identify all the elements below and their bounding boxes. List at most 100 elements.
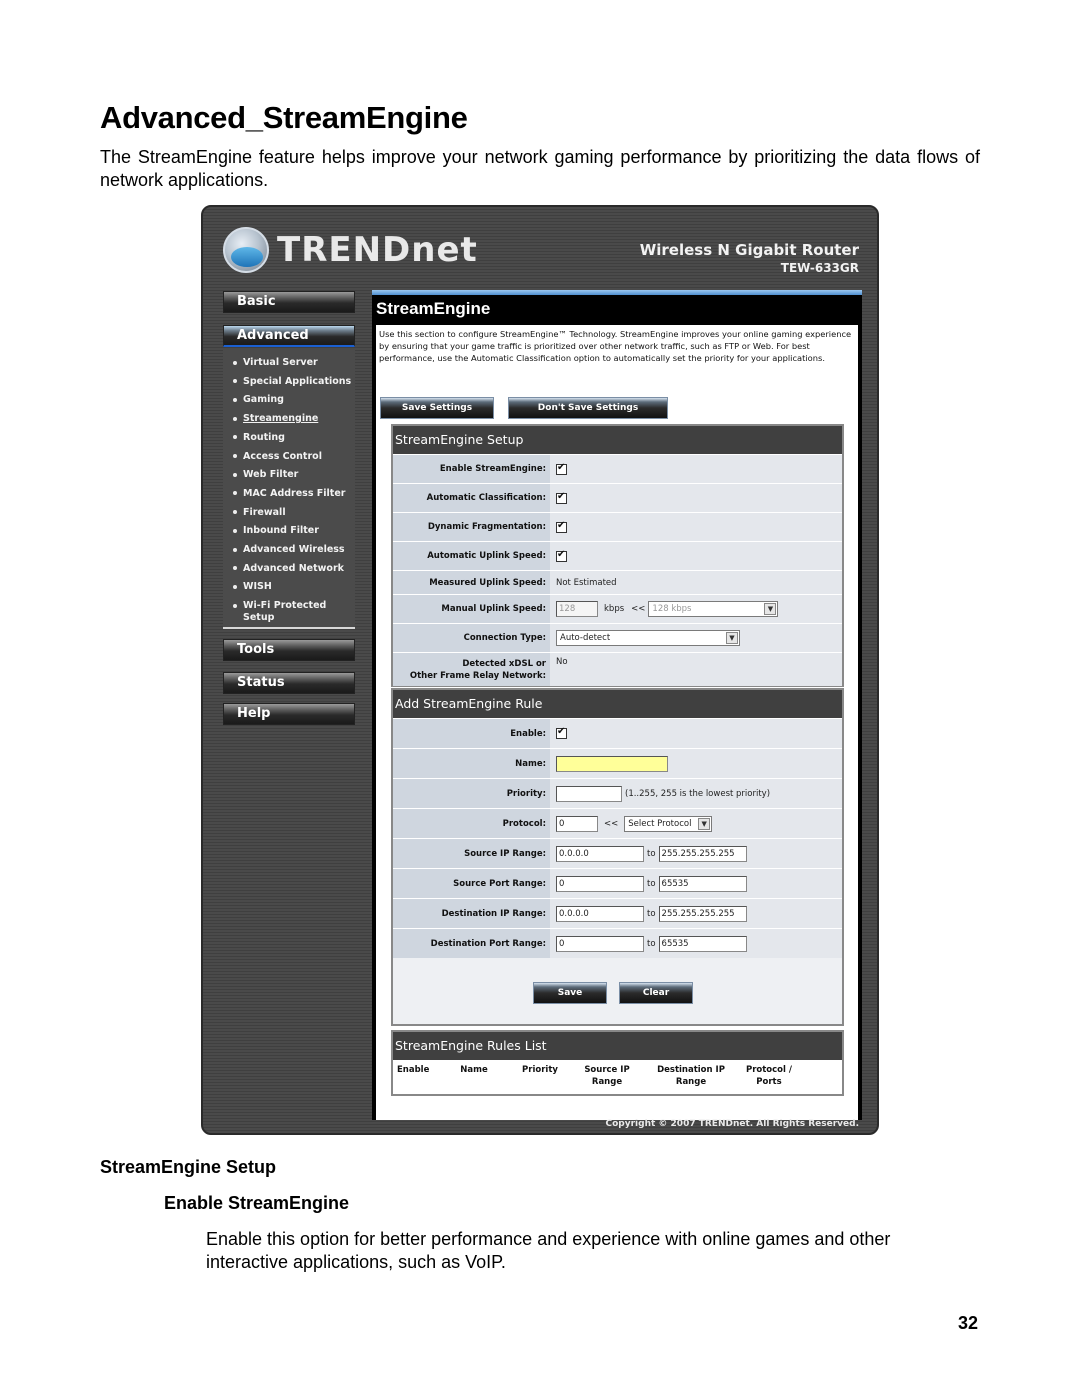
page-intro: Use this section to configure StreamEngi… xyxy=(379,329,852,363)
xdsl-label-line2: Other Frame Relay Network: xyxy=(409,670,546,681)
sidebar-item-label: Advanced Wireless xyxy=(243,544,345,556)
save-settings-button[interactable]: Save Settings xyxy=(380,397,494,419)
bullet-icon xyxy=(233,454,237,459)
rule-name-label: Name: xyxy=(393,749,550,778)
auto-classification-row: Automatic Classification: xyxy=(393,483,842,512)
rule-protocol-input[interactable]: 0 xyxy=(556,815,598,832)
product-name: Wireless N Gigabit Router xyxy=(639,241,859,259)
sidebar-item-web-filter[interactable]: Web Filter xyxy=(223,466,355,485)
bullet-icon xyxy=(233,416,237,421)
auto-uplink-checkbox[interactable] xyxy=(556,549,567,562)
source-port-to-input[interactable]: 65535 xyxy=(658,875,747,892)
sidebar-item-streamengine[interactable]: Streamengine xyxy=(223,410,355,429)
sidebar-item-label: MAC Address Filter xyxy=(243,487,346,499)
sidebar-item-virtual-server[interactable]: Virtual Server xyxy=(223,354,355,373)
nav-advanced[interactable]: Advanced xyxy=(223,325,355,347)
auto-classification-checkbox[interactable] xyxy=(556,491,567,504)
rule-save-button[interactable]: Save xyxy=(533,982,607,1004)
destination-ip-to-input[interactable]: 255.255.255.255 xyxy=(658,905,747,922)
sidebar-item-label: Virtual Server xyxy=(243,357,318,368)
manual-uplink-label: Manual Uplink Speed: xyxy=(393,595,550,623)
source-ip-from-input[interactable]: 0.0.0.0 xyxy=(556,845,644,862)
product-info: Wireless N Gigabit Router TEW-633GR xyxy=(640,241,859,275)
manual-uplink-select-value: 128 kbps xyxy=(652,604,692,614)
sidebar-item-label: Routing xyxy=(243,431,285,443)
dont-save-settings-button[interactable]: Don't Save Settings xyxy=(508,397,668,419)
section-heading: StreamEngine Setup xyxy=(100,1157,277,1177)
bullet-icon xyxy=(233,584,237,589)
rules-column-header: Source IP Range xyxy=(584,1065,630,1087)
rule-clear-button[interactable]: Clear xyxy=(619,982,693,1004)
connection-type-select[interactable]: Auto-detect ▼ xyxy=(556,630,740,646)
trendnet-logo-icon xyxy=(223,227,269,273)
setup-panel-header: StreamEngine Setup xyxy=(393,426,842,454)
xdsl-value: No xyxy=(550,653,842,686)
chevron-down-icon: ▼ xyxy=(764,603,777,615)
rules-column-header: Priority xyxy=(522,1065,558,1075)
subsection-heading: Enable StreamEngine xyxy=(164,1193,350,1213)
rule-enable-checkbox[interactable] xyxy=(556,726,567,739)
source-ip-row: Source IP Range: 0.0.0.0 to 255.255.255.… xyxy=(393,838,842,868)
nav-tools[interactable]: Tools xyxy=(223,639,355,661)
sidebar-item-advanced-network[interactable]: Advanced Network xyxy=(223,560,355,579)
to-label: to xyxy=(647,938,656,949)
page-title: StreamEngine xyxy=(376,299,491,318)
rule-protocol-select[interactable]: Select Protocol ▼ xyxy=(624,815,713,832)
enable-streamengine-checkbox[interactable] xyxy=(556,462,567,475)
source-port-from-input[interactable]: 0 xyxy=(556,875,644,892)
destination-port-to-input[interactable]: 65535 xyxy=(658,935,747,952)
connection-type-row: Connection Type: Auto-detect ▼ xyxy=(393,623,842,652)
sidebar-item-label: WISH xyxy=(243,581,272,593)
manual-uplink-input[interactable]: 128 xyxy=(556,601,598,617)
source-ip-to-input[interactable]: 255.255.255.255 xyxy=(658,845,747,862)
bullet-icon xyxy=(233,510,237,515)
rule-name-input[interactable] xyxy=(556,755,668,772)
to-label: to xyxy=(647,848,656,859)
rule-priority-input[interactable] xyxy=(556,785,622,802)
rule-actions: Save Clear xyxy=(393,958,842,1024)
sidebar-item-gaming[interactable]: Gaming xyxy=(223,391,355,410)
sidebar-item-firewall[interactable]: Firewall xyxy=(223,504,355,523)
trendnet-logo: TRENDnet xyxy=(223,227,478,273)
sidebar-item-label: Streamengine xyxy=(243,413,319,425)
source-port-row: Source Port Range: 0 to 65535 xyxy=(393,868,842,898)
rule-enable-label: Enable: xyxy=(393,719,550,748)
dynamic-fragmentation-checkbox[interactable] xyxy=(556,520,567,533)
sidebar-item-routing[interactable]: Routing xyxy=(223,429,355,448)
to-label: to xyxy=(647,878,656,889)
sidebar-item-label: Wi-Fi Protected Setup xyxy=(243,600,327,624)
add-rule-panel: Add StreamEngine Rule Enable: Name: Prio… xyxy=(391,688,844,1026)
nav-status[interactable]: Status xyxy=(223,672,355,694)
nav-basic[interactable]: Basic xyxy=(223,291,355,313)
measured-uplink-row: Measured Uplink Speed: Not Estimated xyxy=(393,570,842,594)
product-model: TEW-633GR xyxy=(780,261,859,275)
measured-uplink-label: Measured Uplink Speed: xyxy=(393,571,550,594)
sidebar-item-wi-fi-protected-setup[interactable]: Wi-Fi Protected Setup xyxy=(223,597,355,624)
sidebar-item-wish[interactable]: WISH xyxy=(223,578,355,597)
bullet-icon xyxy=(233,397,237,402)
bullet-icon xyxy=(233,547,237,552)
manual-uplink-select[interactable]: 128 kbps ▼ xyxy=(648,601,779,617)
bullet-icon xyxy=(233,566,237,571)
chevron-down-icon: ▼ xyxy=(726,632,738,644)
destination-port-from-input[interactable]: 0 xyxy=(556,935,644,952)
sidebar-item-mac-address-filter[interactable]: MAC Address Filter xyxy=(223,485,355,504)
enable-streamengine-row: Enable StreamEngine: xyxy=(393,454,842,483)
brand-name: TRENDnet xyxy=(277,230,478,270)
sidebar-item-access-control[interactable]: Access Control xyxy=(223,448,355,467)
rules-list-panel: StreamEngine Rules List Enable Name Priori… xyxy=(391,1030,844,1096)
rules-column-header: Protocol / Ports xyxy=(745,1065,793,1087)
sidebar-item-special-applications[interactable]: Special Applications xyxy=(223,373,355,392)
rules-column-header: Enable xyxy=(397,1065,430,1075)
destination-ip-from-input[interactable]: 0.0.0.0 xyxy=(556,905,644,922)
manual-uplink-arrow: << xyxy=(631,604,646,614)
sidebar-item-label: Gaming xyxy=(243,394,284,406)
rule-protocol-row: Protocol: 0 << Select Protocol ▼ xyxy=(393,808,842,838)
sidebar-item-advanced-wireless[interactable]: Advanced Wireless xyxy=(223,541,355,560)
rules-column-header: Destination IP Range xyxy=(657,1065,725,1087)
document-intro: The StreamEngine feature helps improve y… xyxy=(100,147,980,190)
connection-type-label: Connection Type: xyxy=(393,624,550,652)
sidebar-item-inbound-filter[interactable]: Inbound Filter xyxy=(223,522,355,541)
nav-help[interactable]: Help xyxy=(223,703,355,725)
page-number: 32 xyxy=(958,1313,979,1333)
